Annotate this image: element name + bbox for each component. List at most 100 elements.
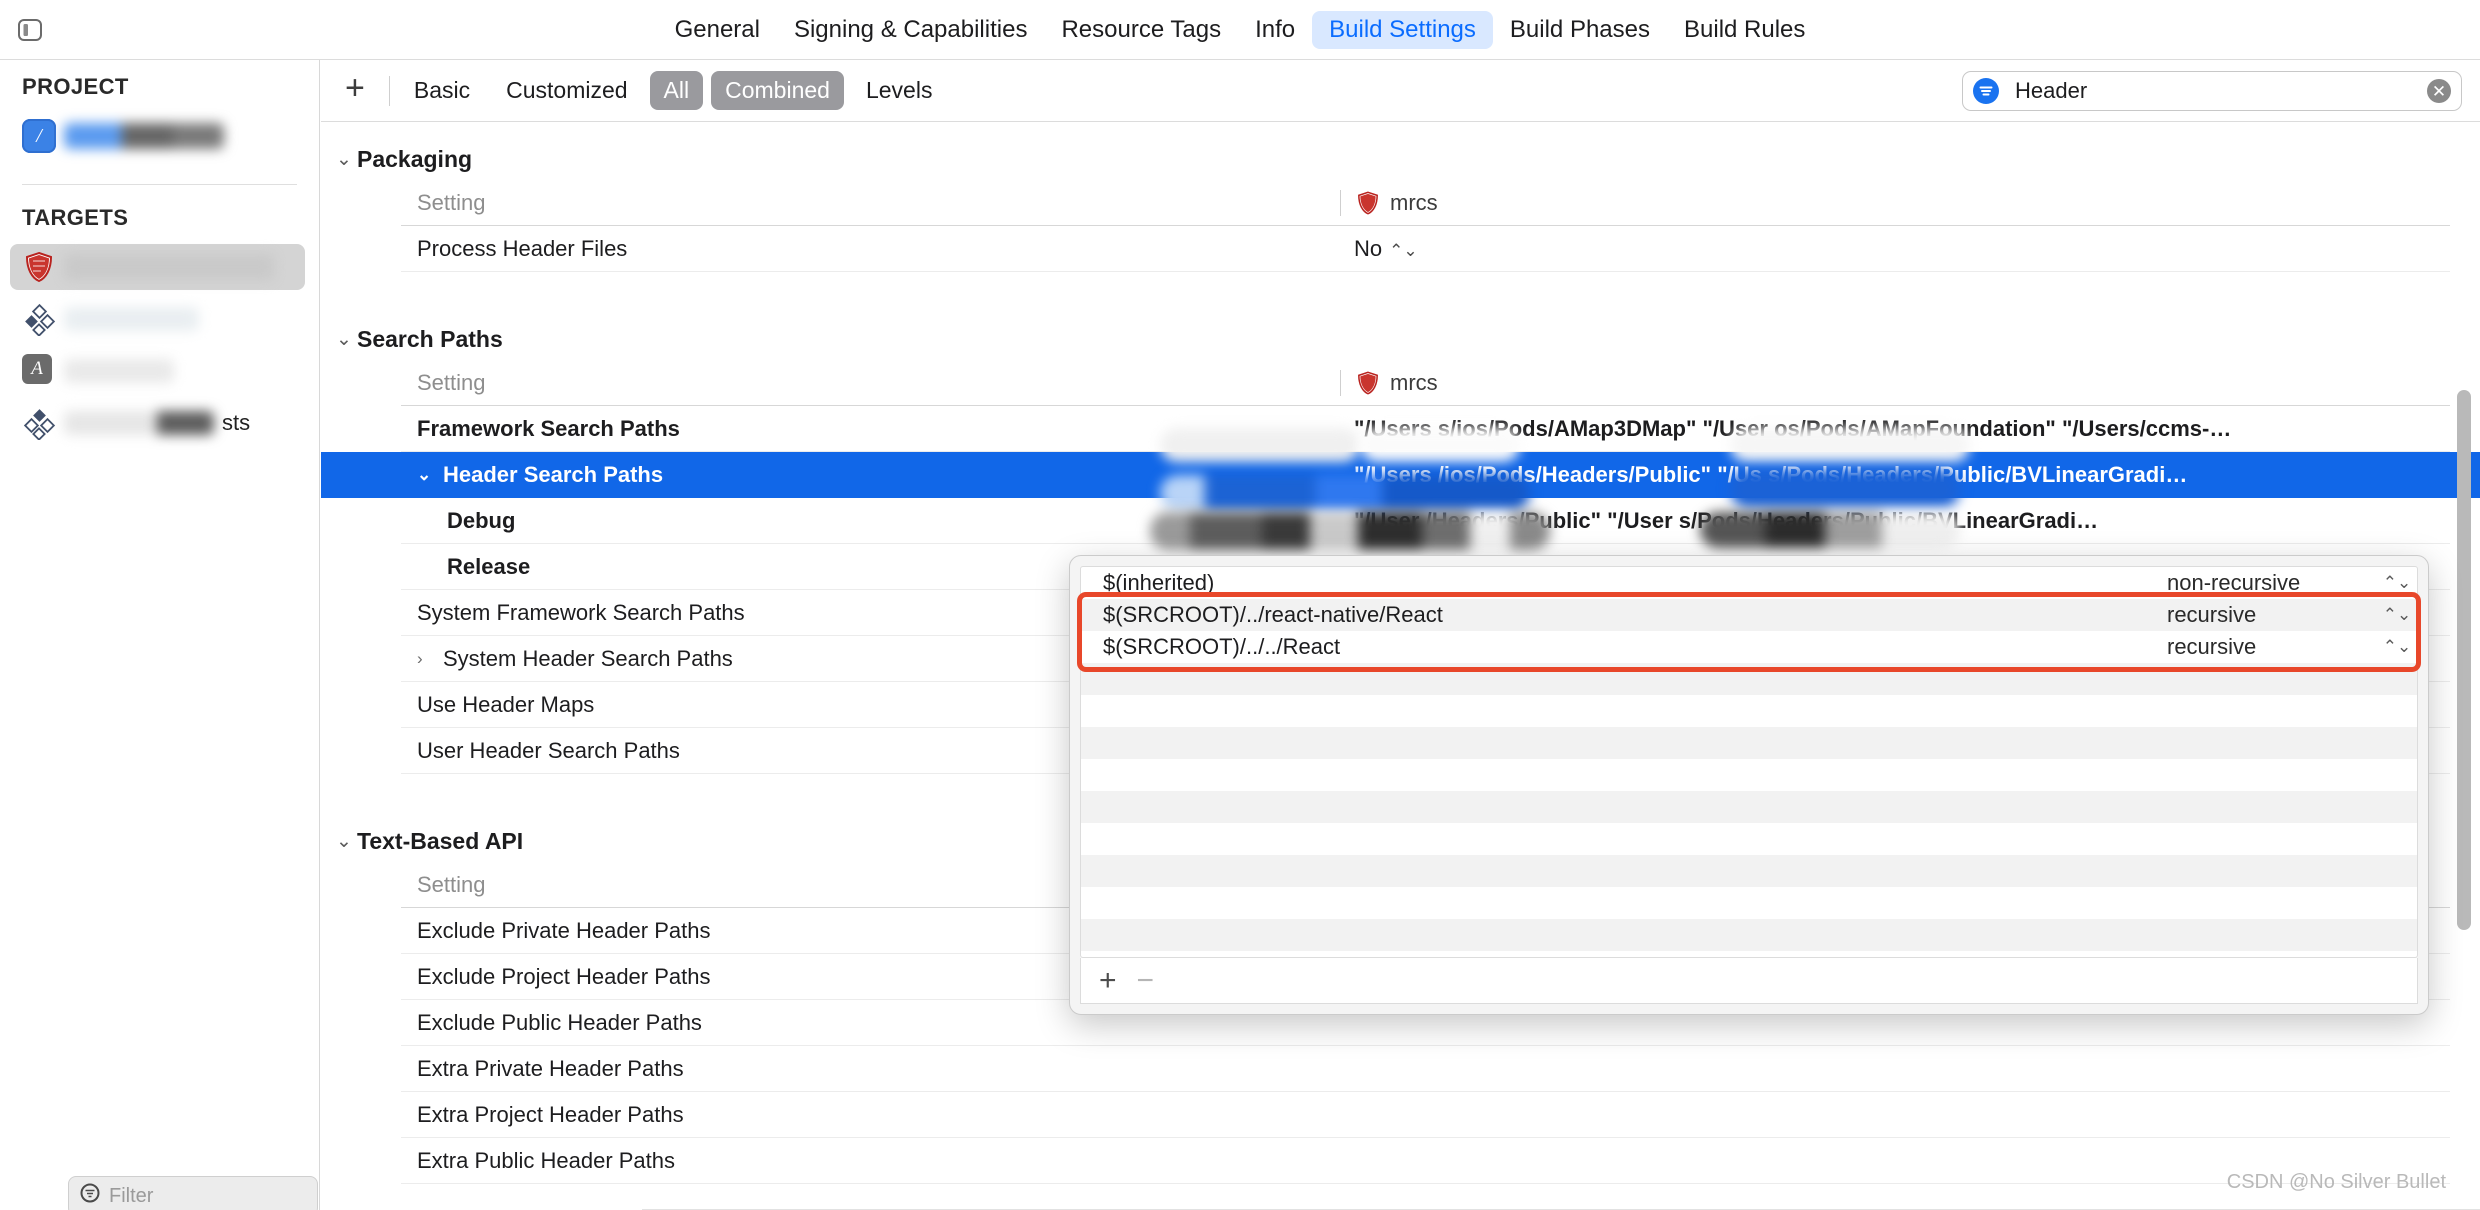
watermark: CSDN @No Silver Bullet <box>2226 1171 2446 1193</box>
filter-circle-icon[interactable] <box>1973 78 1999 104</box>
sidebar-target-item-4[interactable]: sts <box>0 397 319 449</box>
stepper-icon[interactable]: ⌃⌄ <box>1389 241 1418 260</box>
sidebar-project-header: PROJECT <box>22 74 129 99</box>
search-input[interactable]: Header <box>1999 78 2427 104</box>
shield-target-icon <box>1355 190 1381 216</box>
popover-empty-row[interactable] <box>1081 855 2417 887</box>
popover-path-list[interactable]: $(inherited) non-recursive ⌃⌄ $(SRCROOT)… <box>1080 566 2418 958</box>
redacted-path-blob <box>1360 428 1520 462</box>
tab-info[interactable]: Info <box>1238 11 1312 49</box>
sidebar-target-item-3[interactable]: A <box>0 345 319 397</box>
popover-empty-row[interactable] <box>1081 663 2417 695</box>
section-title: Text-Based API <box>357 827 524 854</box>
section-title: Search Paths <box>357 325 503 352</box>
segment-combined[interactable]: Combined <box>711 71 844 110</box>
stepper-icon[interactable]: ⌃⌄ <box>2377 637 2417 657</box>
remove-path-button[interactable]: − <box>1137 965 1155 996</box>
popover-empty-row[interactable] <box>1081 951 2417 957</box>
tab-resource-tags[interactable]: Resource Tags <box>1044 11 1238 49</box>
diamond-cluster-icon <box>22 406 56 441</box>
popover-empty-row[interactable] <box>1081 887 2417 919</box>
tab-build-phases[interactable]: Build Phases <box>1493 11 1667 49</box>
build-settings-search-field[interactable]: Header ✕ <box>1962 71 2462 111</box>
sidebar-target-item-2[interactable] <box>0 293 319 345</box>
table-row[interactable]: Process Header Files No ⌃⌄ <box>401 226 2450 272</box>
popover-path-mode[interactable]: non-recursive <box>2167 570 2377 596</box>
section-header-search-paths[interactable]: ⌄ Search Paths <box>321 318 2480 360</box>
column-header-target-label: mrcs <box>1390 369 1438 395</box>
column-header-setting: Setting <box>417 369 486 395</box>
xcode-window: General Signing & Capabilities Resource … <box>0 0 2480 1210</box>
column-header-search-paths: Setting mrcs <box>401 360 2450 406</box>
tab-general[interactable]: General <box>658 11 777 49</box>
add-path-button[interactable]: + <box>1099 965 1117 996</box>
sidebar-project-item[interactable]: / <box>0 110 319 162</box>
stepper-icon[interactable]: ⌃⌄ <box>2377 573 2417 593</box>
redacted-path-blob <box>1160 428 1360 462</box>
setting-name-label: System Header Search Paths <box>443 645 733 671</box>
popover-empty-row[interactable] <box>1081 791 2417 823</box>
column-header-target: mrcs <box>1340 369 2450 396</box>
app-target-icon: A <box>22 354 56 388</box>
chevron-down-icon[interactable]: ⌄ <box>417 465 435 485</box>
setting-name: Extra Private Header Paths <box>417 1055 684 1081</box>
project-editor-tabbar: General Signing & Capabilities Resource … <box>0 0 2480 60</box>
tab-build-settings[interactable]: Build Settings <box>1312 10 1493 49</box>
chevron-down-icon[interactable]: ⌄ <box>331 830 357 853</box>
chevron-down-icon[interactable]: ⌄ <box>331 148 357 171</box>
popover-empty-row[interactable] <box>1081 695 2417 727</box>
sidebar-filter-placeholder: Filter <box>109 1184 154 1207</box>
popover-path-mode[interactable]: recursive <box>2167 602 2377 628</box>
vertical-scrollbar[interactable] <box>2457 390 2471 930</box>
tab-build-rules[interactable]: Build Rules <box>1667 11 1822 49</box>
add-setting-button[interactable]: + <box>335 71 383 110</box>
setting-name: Process Header Files <box>417 235 628 261</box>
redacted-path-blob <box>1160 475 1530 511</box>
popover-path-value[interactable]: $(SRCROOT)/../../React <box>1081 634 2167 660</box>
sidebar-target-label-3-redacted <box>64 359 174 383</box>
section-packaging: ⌄ Packaging Setting mrcs Process Header … <box>321 138 2480 272</box>
popover-path-row[interactable]: $(SRCROOT)/../../React recursive ⌃⌄ <box>1081 631 2417 663</box>
popover-empty-row[interactable] <box>1081 919 2417 951</box>
section-header-packaging[interactable]: ⌄ Packaging <box>321 138 2480 180</box>
sidebar-targets-header: TARGETS <box>22 205 129 230</box>
column-header-packaging: Setting mrcs <box>401 180 2450 226</box>
column-header-setting: Setting <box>417 189 486 215</box>
segment-basic[interactable]: Basic <box>400 71 484 110</box>
redacted-path-blob <box>1730 428 1970 462</box>
header-search-paths-popover[interactable]: $(inherited) non-recursive ⌃⌄ $(SRCROOT)… <box>1069 555 2429 1015</box>
chevron-down-icon[interactable]: ⌄ <box>331 328 357 351</box>
popover-empty-row[interactable] <box>1081 759 2417 791</box>
popover-path-value[interactable]: $(inherited) <box>1081 570 2167 596</box>
popover-path-mode[interactable]: recursive <box>2167 634 2377 660</box>
column-header-target-label: mrcs <box>1390 189 1438 215</box>
segment-levels[interactable]: Levels <box>852 71 946 110</box>
redacted-path-blob <box>1150 512 1550 550</box>
segment-customized[interactable]: Customized <box>492 71 641 110</box>
tab-signing-capabilities[interactable]: Signing & Capabilities <box>777 11 1044 49</box>
popover-empty-row[interactable] <box>1081 823 2417 855</box>
table-row[interactable]: Extra Project Header Paths <box>401 1092 2450 1138</box>
sidebar-toggle-icon[interactable] <box>12 12 48 48</box>
popover-footer: + − <box>1080 958 2418 1004</box>
popover-path-row[interactable]: $(inherited) non-recursive ⌃⌄ <box>1081 567 2417 599</box>
popover-path-row[interactable]: $(SRCROOT)/../react-native/React recursi… <box>1081 599 2417 631</box>
project-navigator-sidebar: PROJECT / TARGETS A sts Filter <box>0 60 320 1210</box>
table-row[interactable]: Extra Public Header Paths <box>401 1138 2450 1184</box>
table-row[interactable]: Extra Private Header Paths <box>401 1046 2450 1092</box>
sidebar-filter-input[interactable]: Filter <box>68 1176 318 1210</box>
section-title: Packaging <box>357 145 473 172</box>
sidebar-project-label-redacted <box>64 123 224 149</box>
clear-search-icon[interactable]: ✕ <box>2427 79 2451 103</box>
popover-path-value[interactable]: $(SRCROOT)/../react-native/React <box>1081 602 2167 628</box>
popover-empty-row[interactable] <box>1081 727 2417 759</box>
toolbar-divider <box>388 75 390 106</box>
shield-target-icon <box>1355 370 1381 396</box>
setting-value[interactable]: No ⌃⌄ <box>1340 236 2450 262</box>
chevron-right-icon[interactable]: › <box>417 649 435 669</box>
shield-target-icon <box>22 250 56 284</box>
stepper-icon[interactable]: ⌃⌄ <box>2377 605 2417 625</box>
sidebar-target-label-4-redacted <box>64 411 214 435</box>
sidebar-target-item-1[interactable] <box>0 241 319 293</box>
segment-all[interactable]: All <box>649 71 704 110</box>
